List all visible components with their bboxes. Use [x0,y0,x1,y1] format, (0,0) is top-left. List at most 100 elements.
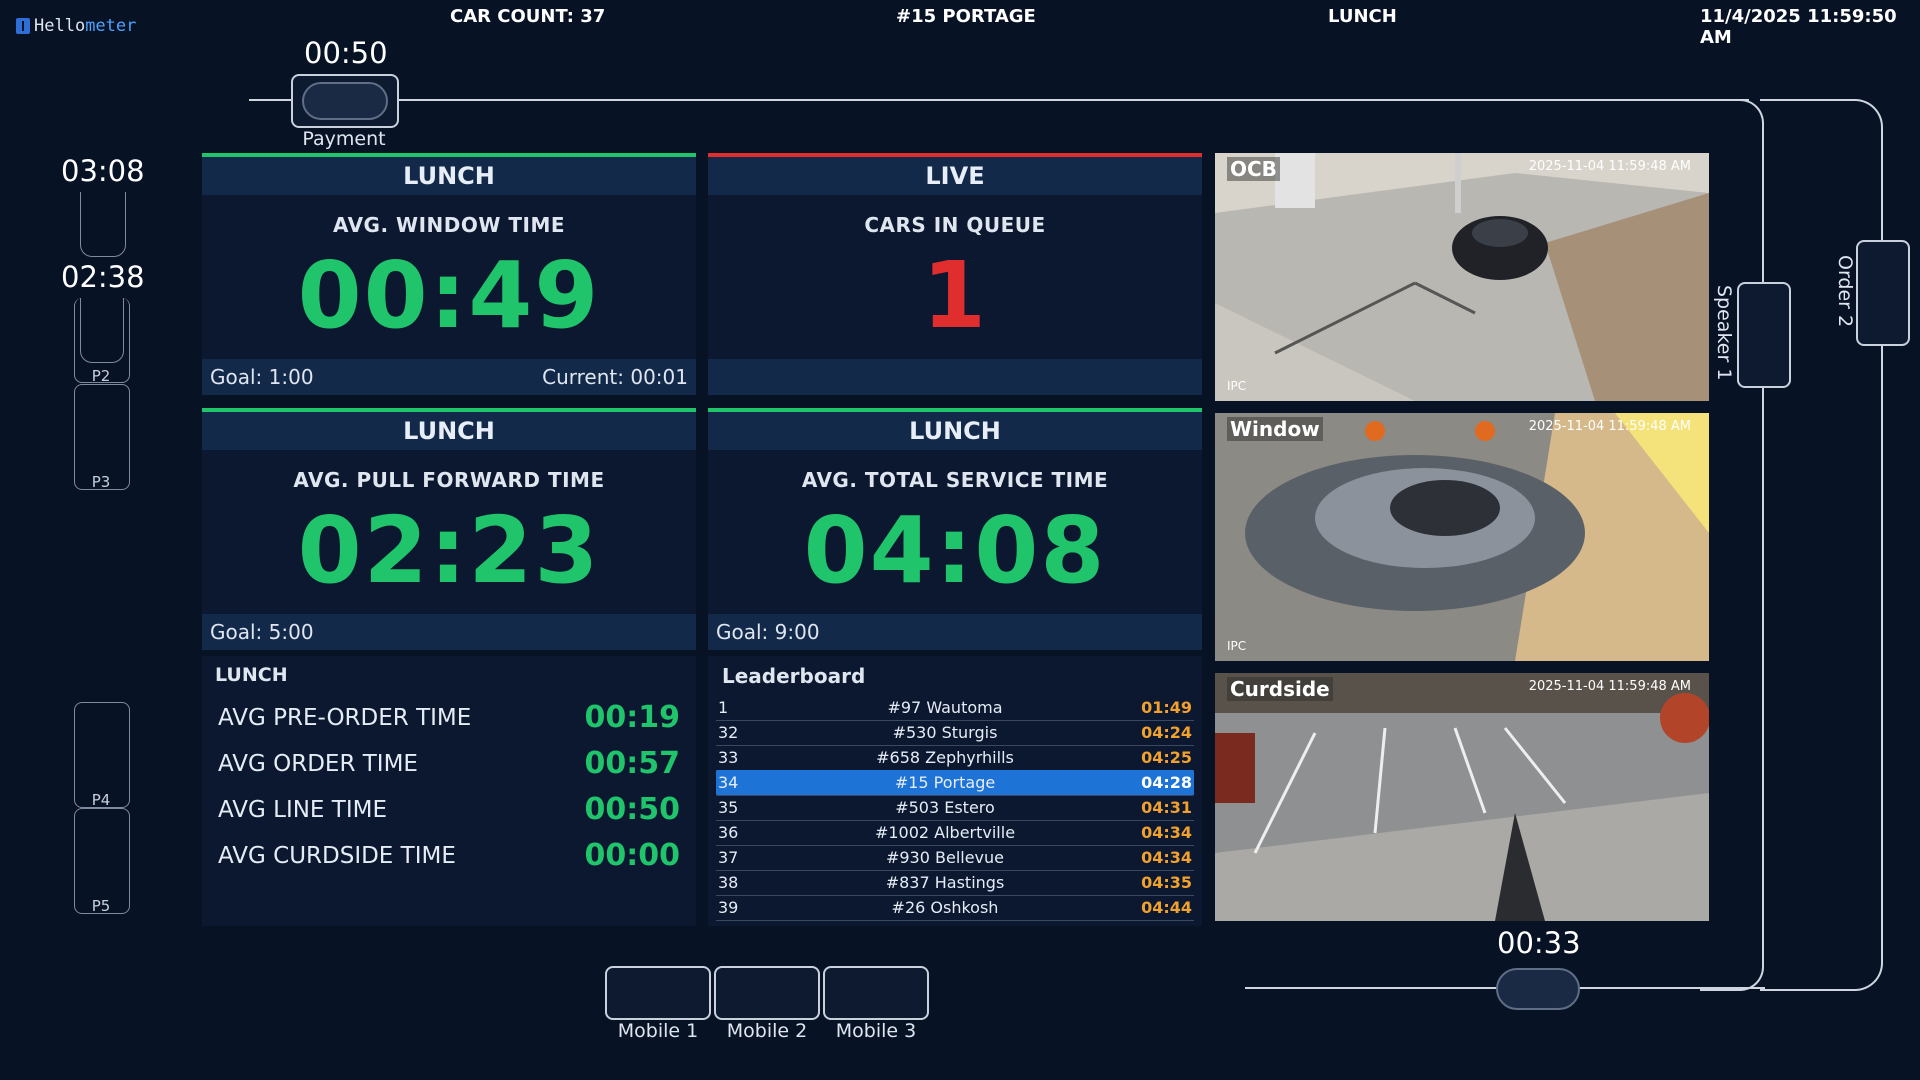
leaderboard-row[interactable]: 32 #530 Sturgis 04:24 [716,720,1194,746]
camera-image [1215,673,1709,921]
slot-label-p2: P2 [91,367,111,385]
goal-text: Goal: 5:00 [210,620,314,644]
panel-subtitle: AVG. PULL FORWARD TIME [293,468,605,492]
store-time: 04:24 [1141,723,1192,742]
logo-text-prefix: Hello [34,16,86,36]
avg-row: AVG PRE-ORDER TIME 00:19 [218,700,680,735]
track-line-outer-right [1760,99,1883,991]
logo-mark-icon [16,18,30,34]
camera-image [1215,153,1709,401]
leaderboard-row[interactable]: 38 #837 Hastings 04:35 [716,870,1194,896]
panel-total-service: LUNCH AVG. TOTAL SERVICE TIME 04:08 Goal… [708,408,1202,650]
camera-label: Window [1227,417,1323,441]
panel-header: LUNCH [202,412,696,450]
store-name: #97 Wautoma [887,698,1003,717]
camera-ipc: IPC [1227,379,1247,393]
avg-pull-forward-value: 02:23 [297,497,601,604]
panel-subtitle: AVG. WINDOW TIME [332,213,566,237]
payment-car-indicator [302,82,388,120]
averages-panel [202,656,696,926]
leaderboard-row[interactable]: 33 #658 Zephyrhills 04:25 [716,745,1194,771]
camera-timestamp: 2025-11-04 11:59:48 AM [1528,419,1691,434]
goal-text: Goal: 1:00 [210,365,314,389]
rank: 37 [718,848,739,867]
store-time: 01:49 [1141,698,1192,717]
mobile-3-label: Mobile 3 [835,1020,917,1042]
store-time: 04:35 [1141,873,1192,892]
rank: 36 [718,823,739,842]
leaderboard-row-current-store[interactable]: 34 #15 Portage 04:28 [716,770,1194,796]
cars-in-queue-value: 1 [921,242,988,349]
leaderboard-row[interactable]: 35 #503 Estero 04:31 [716,795,1194,821]
datetime: 11/4/2025 11:59:50 AM [1700,6,1897,48]
store-time: 04:44 [1141,898,1192,917]
track-line-top [249,99,1749,101]
payment-window[interactable] [291,74,399,128]
avg-label: AVG PRE-ORDER TIME [218,704,472,731]
speaker-1-station[interactable] [1737,282,1791,388]
current-text: Current: 00:01 [542,365,688,389]
camera-feed-window[interactable]: Window 2025-11-04 11:59:48 AM IPC [1215,413,1709,661]
avg-label: AVG ORDER TIME [218,750,418,777]
leaderboard-row[interactable]: 36 #1002 Albertville 04:34 [716,820,1194,846]
mobile-3-slot[interactable] [823,966,929,1020]
store-time: 04:31 [1141,798,1192,817]
avg-row: AVG ORDER TIME 00:57 [218,746,680,781]
panel-window-time: LUNCH AVG. WINDOW TIME 00:49 Goal: 1:00 … [202,153,696,395]
store-time: 04:34 [1141,848,1192,867]
avg-value: 00:19 [584,700,681,735]
store-name: #1002 Albertville [874,823,1016,842]
avg-row: AVG LINE TIME 00:50 [218,792,680,827]
car-count: CAR COUNT: 37 [450,6,606,27]
panel-footer: Goal: 9:00 [708,614,1202,650]
camera-label: OCB [1227,157,1280,181]
queue-car-1[interactable] [80,192,126,257]
track-line-inner-right [1700,99,1764,991]
panel-subtitle: CARS IN QUEUE [864,213,1046,237]
rank: 38 [718,873,739,892]
avg-row: AVG CURDSIDE TIME 00:00 [218,838,680,873]
store-name: #837 Hastings [885,873,1005,892]
panel-subtitle: AVG. TOTAL SERVICE TIME [801,468,1109,492]
leaderboard-title: Leaderboard [722,664,866,688]
store-time: 04:25 [1141,748,1192,767]
queue-timer-2: 02:38 [61,260,145,294]
panel-header: LIVE [708,157,1202,195]
mobile-2-slot[interactable] [714,966,820,1020]
leaderboard-row[interactable]: 1 #97 Wautoma 01:49 [716,695,1194,721]
slot-label-p4: P4 [91,791,111,809]
rank: 39 [718,898,739,917]
bottom-car-indicator[interactable] [1496,968,1580,1010]
avg-value: 00:57 [584,746,681,781]
camera-feed-ocb[interactable]: OCB 2025-11-04 11:59:48 AM IPC [1215,153,1709,401]
panel-pull-forward: LUNCH AVG. PULL FORWARD TIME 02:23 Goal:… [202,408,696,650]
rank: 33 [718,748,739,767]
rank: 34 [718,773,739,792]
leaderboard-row[interactable]: 39 #26 Oshkosh 04:44 [716,895,1194,921]
avg-window-time-value: 00:49 [297,242,601,349]
camera-feed-curdside[interactable]: Curdside 2025-11-04 11:59:48 AM [1215,673,1709,921]
panel-header: LUNCH [202,157,696,195]
queue-timer-1: 03:08 [61,154,145,188]
speaker-1-label: Speaker 1 [1713,285,1735,381]
store-name: #530 Sturgis [892,723,998,742]
avg-value: 00:00 [584,838,681,873]
slot-label-p3: P3 [91,473,111,491]
rank: 1 [718,698,729,717]
store-time: 04:34 [1141,823,1192,842]
logo-text-suffix: meter [85,16,137,36]
leaderboard-row[interactable]: 37 #930 Bellevue 04:34 [716,845,1194,871]
queue-car-2 [80,298,124,363]
avg-total-service-value: 04:08 [803,497,1107,604]
payment-label: Payment [302,128,386,150]
panel-footer: Goal: 1:00 Current: 00:01 [202,359,696,395]
mobile-2-label: Mobile 2 [726,1020,808,1042]
store-name: #658 Zephyrhills [876,748,1014,767]
camera-image [1215,413,1709,661]
order-2-station[interactable] [1856,240,1910,346]
store-name: #930 Bellevue [885,848,1005,867]
mobile-1-label: Mobile 1 [617,1020,699,1042]
mobile-1-slot[interactable] [605,966,711,1020]
panel-footer: Goal: 5:00 [202,614,696,650]
store-name: #15 PORTAGE [896,6,1036,27]
